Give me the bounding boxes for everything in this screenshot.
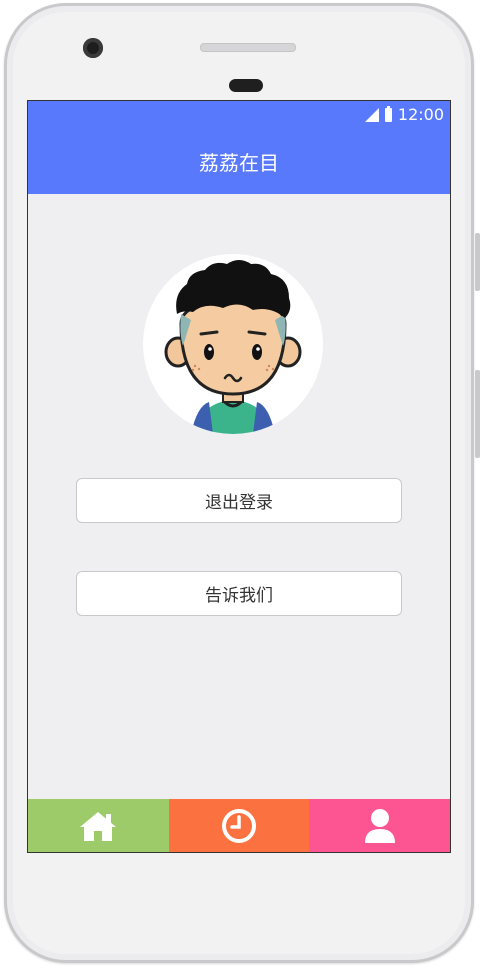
app-bar: 荔荔在目: [28, 129, 450, 194]
app-screen: 12:00 荔荔在目 退出登录 告诉我们: [27, 100, 451, 853]
page-title: 荔荔在目: [199, 151, 279, 175]
status-time: 12:00: [397, 105, 444, 124]
avatar-illustration: [164, 260, 302, 434]
front-camera: [83, 38, 103, 58]
signal-icon: [364, 107, 379, 122]
feedback-button[interactable]: 告诉我们: [76, 571, 402, 616]
power-button: [475, 370, 480, 458]
clock-icon: [222, 808, 256, 843]
tab-home[interactable]: [28, 799, 169, 852]
earpiece-speaker: [200, 43, 296, 52]
user-icon: [364, 808, 395, 843]
status-bar: 12:00: [28, 101, 450, 129]
feedback-button-label: 告诉我们: [205, 586, 273, 606]
tab-history[interactable]: [168, 799, 310, 852]
home-icon: [80, 811, 117, 841]
logout-button-label: 退出登录: [205, 493, 273, 513]
battery-icon: [384, 105, 392, 122]
tab-profile[interactable]: [309, 799, 450, 852]
logout-button[interactable]: 退出登录: [76, 478, 402, 523]
bottom-tab-bar: [28, 799, 450, 852]
volume-button: [475, 233, 480, 291]
avatar[interactable]: [143, 254, 323, 434]
sensor: [229, 79, 263, 92]
